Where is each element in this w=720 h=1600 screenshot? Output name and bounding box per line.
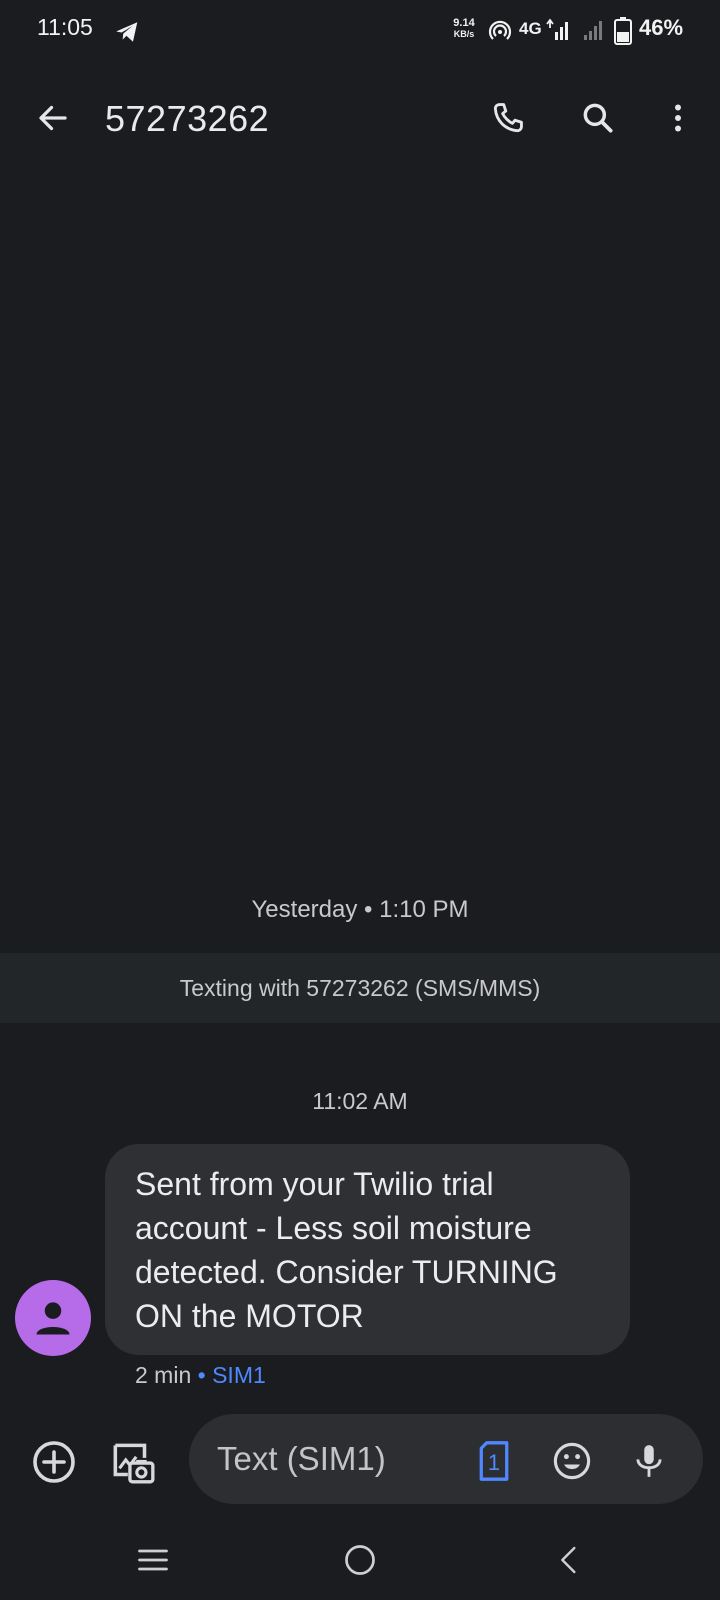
call-button[interactable] [480,90,536,146]
more-options-button[interactable] [650,90,706,146]
message-text: Sent from your Twilio trial account - Le… [135,1166,558,1334]
status-time: 11:05 [37,14,93,40]
sim-card-icon: 1 [479,1441,509,1481]
telegram-icon [116,22,138,42]
battery-percent: 46% [639,15,684,40]
add-attachment-button[interactable] [26,1434,82,1490]
signal-strength-icon [546,18,568,40]
sim-selector-button[interactable]: 1 [466,1433,522,1489]
system-navigation-bar [0,1520,720,1600]
chevron-left-icon [561,1546,576,1574]
photo-camera-icon [113,1443,155,1484]
sim-card-number: 1 [488,1450,500,1475]
compose-box[interactable]: 1 [189,1414,703,1504]
signal-strength-icon-sim2 [584,21,602,40]
message-sim: • SIM1 [197,1362,266,1388]
network-speed-unit: KB/s [453,29,475,39]
person-icon [36,1302,70,1335]
recent-apps-button[interactable] [125,1532,181,1588]
conversation-title: 57273262 [105,98,270,139]
home-circle-icon [345,1545,375,1575]
voice-input-button[interactable] [621,1433,677,1489]
message-input[interactable] [215,1436,459,1482]
more-vert-icon [675,104,681,132]
network-speed-value: 9.14 [453,17,475,29]
battery-icon [614,17,632,45]
status-bar: 11:05 9.14 KB/s 4G 46% [0,0,720,62]
emoji-button[interactable] [544,1433,600,1489]
message-timestamp: 11:02 AM [312,1088,408,1114]
date-separator: Yesterday • 1:10 PM [251,896,469,923]
message-age: 2 min [135,1362,192,1388]
search-icon [583,103,613,133]
menu-icon [138,1549,168,1571]
search-button[interactable] [570,90,626,146]
message-meta: 2 min • SIM1 [135,1362,266,1389]
arrow-back-icon [39,105,67,131]
avatar[interactable] [15,1280,91,1356]
message-bubble[interactable]: Sent from your Twilio trial account - Le… [105,1144,630,1355]
gallery-button[interactable] [104,1434,160,1490]
add-circle-icon [33,1441,75,1483]
phone-icon [493,103,523,133]
emoji-icon [553,1442,591,1480]
network-type: 4G [519,19,542,38]
texting-banner-label: Texting with 57273262 (SMS/MMS) [179,975,541,1001]
hotspot-icon [488,20,512,40]
mic-icon [636,1445,662,1477]
app-bar: 57273262 [0,62,720,182]
back-button[interactable] [25,90,81,146]
network-speed: 9.14 KB/s [449,18,479,40]
system-back-button[interactable] [541,1532,597,1588]
texting-banner: Texting with 57273262 (SMS/MMS) [0,953,720,1023]
home-button[interactable] [332,1532,388,1588]
